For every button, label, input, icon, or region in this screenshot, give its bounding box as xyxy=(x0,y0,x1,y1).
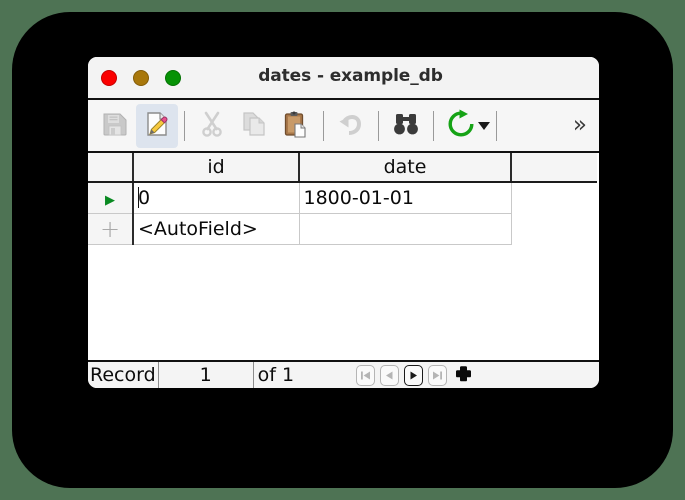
paste-icon xyxy=(282,110,310,142)
toolbar-separator xyxy=(433,110,434,141)
previous-record-button[interactable] xyxy=(380,364,400,386)
next-record-icon xyxy=(410,371,418,379)
cut-icon xyxy=(198,110,226,142)
app-window: dates - example_db » id date ▶ 0 1800-01… xyxy=(88,57,599,388)
row-selector-current[interactable]: ▶ xyxy=(88,182,134,214)
cell-id-row1[interactable]: 0 xyxy=(133,182,300,214)
toolbar-overflow-button[interactable]: » xyxy=(567,114,593,137)
find-icon xyxy=(392,110,420,142)
window-title: dates - example_db xyxy=(258,66,443,86)
new-record-plus-button-icon xyxy=(455,365,471,381)
previous-record-icon xyxy=(386,371,393,379)
row-selector-new[interactable]: + xyxy=(88,213,134,245)
toolbar: » xyxy=(88,100,599,153)
next-record-button[interactable] xyxy=(404,364,424,386)
record-navigator: Record 1 of 1 xyxy=(88,360,599,388)
last-record-icon xyxy=(433,371,443,379)
edit-record-icon xyxy=(143,110,171,142)
copy-button[interactable] xyxy=(233,104,275,148)
cell-id-row2[interactable]: <AutoField> xyxy=(133,213,300,245)
records-table: id date ▶ 0 1800-01-01 + <AutoField> xyxy=(88,153,597,245)
toolbar-separator xyxy=(378,110,379,141)
edit-record-button[interactable] xyxy=(136,103,178,148)
toolbar-separator xyxy=(323,110,324,141)
toolbar-separator xyxy=(496,110,497,141)
title-bar: dates - example_db xyxy=(88,57,599,100)
cell-tail-row2 xyxy=(511,213,597,245)
first-record-icon xyxy=(361,371,371,379)
find-button[interactable] xyxy=(385,104,427,148)
column-header-date[interactable]: date xyxy=(299,153,512,183)
datasheet: id date ▶ 0 1800-01-01 + <AutoField> xyxy=(88,153,599,360)
cell-date-row1-value: 1800-01-01 xyxy=(303,187,414,209)
cell-tail-row1 xyxy=(511,182,597,214)
table-row[interactable]: ▶ 0 1800-01-01 xyxy=(88,182,597,214)
record-total-label: of 1 xyxy=(257,364,295,386)
toolbar-separator xyxy=(184,110,185,141)
table-header-row: id date xyxy=(88,153,597,183)
cell-id-row1-value: 0 xyxy=(138,187,151,209)
undo-button[interactable] xyxy=(330,104,372,148)
record-label: Record xyxy=(90,364,156,386)
copy-icon xyxy=(240,110,268,142)
cut-button[interactable] xyxy=(191,104,233,148)
cell-date-row2[interactable] xyxy=(299,213,512,245)
save-icon xyxy=(101,110,129,142)
column-header-id[interactable]: id xyxy=(133,153,300,183)
last-record-button[interactable] xyxy=(428,364,448,386)
row-selector-header[interactable] xyxy=(88,153,134,183)
cell-id-row2-value: <AutoField> xyxy=(138,218,258,240)
current-record-arrow: ▶ xyxy=(105,193,115,208)
new-record-button[interactable] xyxy=(452,365,474,386)
first-record-button[interactable] xyxy=(356,364,376,386)
paste-button[interactable] xyxy=(275,104,317,148)
new-record-plus-icon: + xyxy=(99,214,121,243)
refresh-icon xyxy=(446,109,476,143)
refresh-button[interactable] xyxy=(440,104,482,148)
record-number-input[interactable]: 1 xyxy=(157,362,254,388)
cell-date-row1[interactable]: 1800-01-01 xyxy=(299,182,512,214)
save-button[interactable] xyxy=(94,104,136,148)
undo-icon xyxy=(337,110,365,142)
table-row[interactable]: + <AutoField> xyxy=(88,213,597,245)
column-header-empty[interactable] xyxy=(511,153,597,183)
dropdown-caret-icon[interactable] xyxy=(478,121,490,130)
navigation-buttons xyxy=(356,364,474,386)
